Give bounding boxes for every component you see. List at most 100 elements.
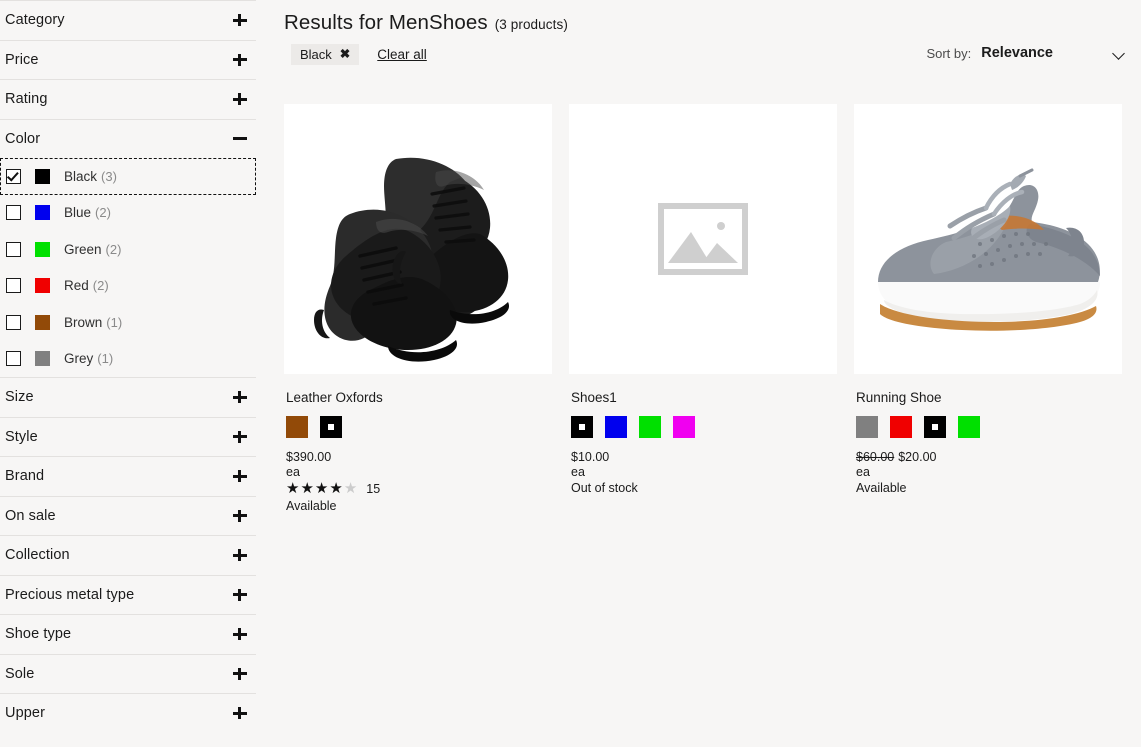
product-current-price: $390.00 [286, 450, 331, 464]
product-card[interactable]: Running Shoe$60.00$20.00eaAvailable [854, 104, 1122, 513]
color-swatch-icon [35, 205, 50, 220]
running-shoe-photo[interactable] [854, 104, 1122, 374]
plus-icon[interactable] [232, 666, 248, 682]
facet-price[interactable]: Price [0, 40, 256, 80]
product-rating: ★★★★★15 [284, 480, 552, 497]
product-unit-of-measure: ea [284, 465, 552, 479]
plus-icon[interactable] [232, 52, 248, 68]
sort-by-dropdown[interactable]: Sort by: Relevance [926, 45, 1126, 61]
star-icon: ★ [300, 481, 313, 496]
checkbox-grey[interactable] [6, 351, 21, 366]
close-icon[interactable]: ✖ [340, 48, 350, 61]
product-price: $10.00 [569, 450, 837, 464]
product-stock-status: Available [854, 481, 1122, 495]
facet-sole[interactable]: Sole [0, 654, 256, 694]
color-option-count: (1) [97, 351, 113, 366]
product-card[interactable]: Leather Oxfords$390.00ea★★★★★15Available [284, 104, 552, 513]
facet-color[interactable]: Color [0, 119, 256, 159]
color-option-label: Green [64, 242, 102, 257]
facet-group-top: Category PriceRatingColor [0, 0, 275, 158]
product-color-swatch[interactable] [890, 416, 912, 438]
product-unit-of-measure: ea [569, 465, 837, 479]
plus-icon[interactable] [232, 91, 248, 107]
color-option-count: (2) [95, 205, 111, 220]
facet-precious-metal-type[interactable]: Precious metal type [0, 575, 256, 615]
plus-icon[interactable] [232, 705, 248, 721]
color-option-label: Black [64, 169, 97, 184]
product-color-swatch[interactable] [320, 416, 342, 438]
product-grid: Leather Oxfords$390.00ea★★★★★15Available… [284, 104, 1122, 513]
image-placeholder[interactable] [569, 104, 837, 374]
checkbox-brown[interactable] [6, 315, 21, 330]
facet-label: Upper [0, 705, 45, 721]
facet-on-sale[interactable]: On sale [0, 496, 256, 536]
color-option-green[interactable]: Green (2) [0, 231, 256, 268]
plus-icon[interactable] [232, 626, 248, 642]
product-card[interactable]: Shoes1 $10.00ea Out of stock [569, 104, 837, 513]
active-filter-chip-black[interactable]: Black ✖ [291, 44, 359, 65]
product-title[interactable]: Leather Oxfords [284, 390, 552, 405]
product-title[interactable]: Running Shoe [854, 390, 1122, 405]
product-color-swatch[interactable] [924, 416, 946, 438]
facet-upper[interactable]: Upper [0, 693, 256, 733]
chevron-down-icon[interactable] [1113, 47, 1126, 60]
results-pane: Results for MenShoes (3 products) Black … [275, 0, 1141, 747]
color-option-black[interactable]: Black(3) [0, 158, 256, 195]
product-color-swatch[interactable] [639, 416, 661, 438]
product-color-swatch[interactable] [673, 416, 695, 438]
product-color-swatch[interactable] [856, 416, 878, 438]
color-option-brown[interactable]: Brown(1) [0, 304, 256, 341]
checkbox-green[interactable] [6, 242, 21, 257]
color-swatch-icon [35, 315, 50, 330]
color-option-label: Red [64, 278, 89, 293]
facet-shoe-type[interactable]: Shoe type [0, 614, 256, 654]
star-icon: ★ [286, 481, 299, 496]
checkbox-black[interactable] [6, 169, 21, 184]
facet-label: Shoe type [0, 626, 71, 642]
plus-icon[interactable] [232, 587, 248, 603]
color-swatch-icon [35, 351, 50, 366]
facet-category[interactable]: Category [0, 0, 256, 40]
color-option-label: Grey [64, 351, 93, 366]
product-price: $60.00$20.00 [854, 450, 1122, 464]
facet-style[interactable]: Style [0, 417, 256, 457]
facet-label: Brand [0, 468, 44, 484]
product-color-swatch[interactable] [571, 416, 593, 438]
facet-label: Precious metal type [0, 587, 134, 603]
facet-brand[interactable]: Brand [0, 456, 256, 496]
plus-icon[interactable] [232, 508, 248, 524]
color-option-count: (2) [106, 242, 122, 257]
product-color-swatch[interactable] [958, 416, 980, 438]
product-color-swatch[interactable] [286, 416, 308, 438]
plus-icon[interactable] [232, 468, 248, 484]
product-color-swatch[interactable] [605, 416, 627, 438]
star-icon: ★ [344, 481, 357, 496]
color-option-blue[interactable]: Blue(2) [0, 195, 256, 232]
color-option-count: (1) [106, 315, 122, 330]
page-title: Results for MenShoes (3 products) [284, 0, 1141, 35]
plus-icon[interactable] [232, 429, 248, 445]
clear-all-link[interactable]: Clear all [377, 47, 427, 62]
product-stock-status: Out of stock [569, 481, 837, 495]
oxford-shoes-photo[interactable] [284, 104, 552, 374]
minus-icon[interactable] [232, 131, 248, 147]
facet-size[interactable]: Size [0, 377, 256, 417]
plus-icon[interactable] [232, 389, 248, 405]
facet-label: Size [0, 389, 34, 405]
color-option-red[interactable]: Red(2) [0, 268, 256, 305]
facet-label: On sale [0, 508, 56, 524]
product-swatch-row [284, 416, 552, 438]
color-swatch-icon [35, 169, 50, 184]
chip-label: Black [300, 47, 332, 62]
facet-rating[interactable]: Rating [0, 79, 256, 119]
color-option-grey[interactable]: Grey (1) [0, 341, 256, 378]
star-icon: ★ [315, 481, 328, 496]
facet-collection[interactable]: Collection [0, 535, 256, 575]
product-rating-count: 15 [366, 482, 380, 496]
plus-icon[interactable] [232, 12, 248, 28]
facet-label: Category [0, 12, 65, 28]
checkbox-red[interactable] [6, 278, 21, 293]
product-title[interactable]: Shoes1 [569, 390, 837, 405]
plus-icon[interactable] [232, 547, 248, 563]
checkbox-blue[interactable] [6, 205, 21, 220]
